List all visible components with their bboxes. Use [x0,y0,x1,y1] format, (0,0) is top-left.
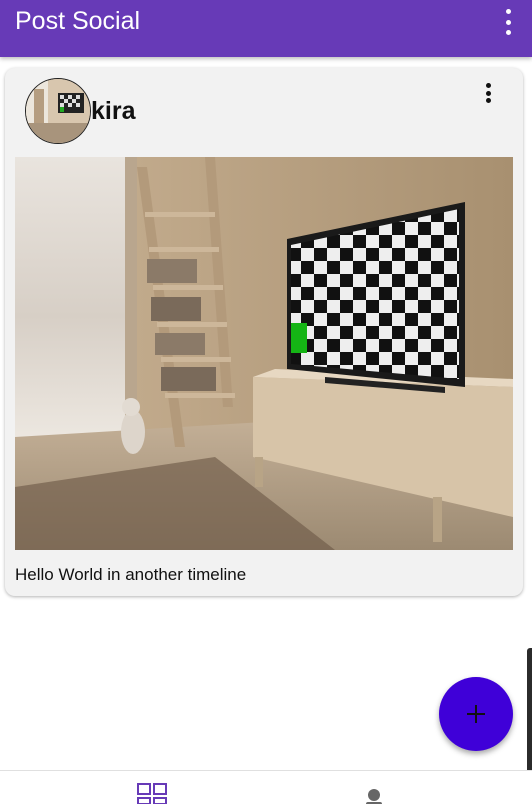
nav-home-tab[interactable] [137,783,169,805]
person-icon [366,789,382,806]
post-author[interactable]: kira [91,97,135,125]
add-icon [467,705,485,723]
scroll-edge [527,648,532,788]
post-card: kira Hello World in another timeline [5,68,523,596]
post-caption: Hello World in another timeline [15,565,247,584]
more-vert-icon[interactable] [484,83,492,103]
dashboard-icon [137,783,167,805]
more-vert-icon[interactable] [500,9,516,35]
post-image [15,157,513,550]
nav-profile-tab[interactable] [362,787,386,806]
add-post-button[interactable] [439,677,513,751]
bottom-nav [0,770,532,806]
app-title: Post Social [15,7,141,35]
avatar[interactable] [25,78,91,144]
app-bar: Post Social [0,0,532,57]
